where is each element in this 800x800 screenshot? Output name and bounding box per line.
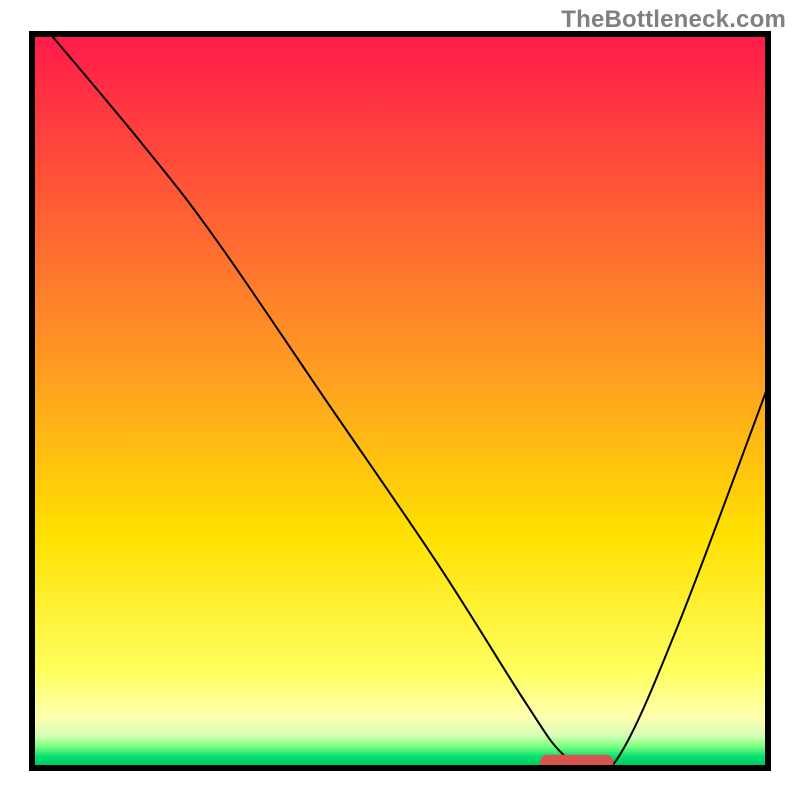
bottleneck-chart	[0, 0, 800, 800]
watermark-text: TheBottleneck.com	[561, 6, 786, 34]
